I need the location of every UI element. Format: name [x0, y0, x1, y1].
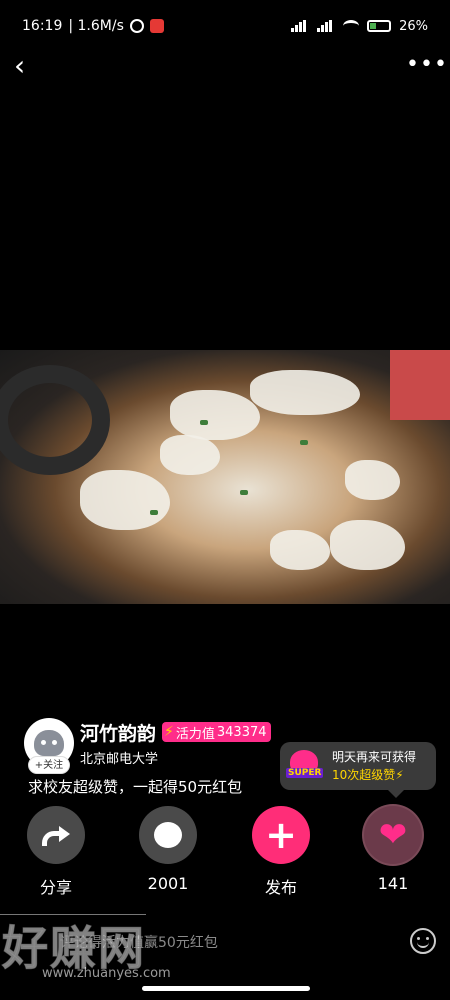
- action-bar: 分享 2001 + 发布 ❤ 141: [0, 806, 450, 902]
- wifi-icon: [343, 20, 360, 32]
- plus-icon: +: [265, 813, 297, 857]
- signal-icon-2: [317, 20, 335, 32]
- notification-app-icon: [149, 19, 164, 33]
- photo-fish-slice: [160, 435, 220, 475]
- author-university: 北京邮电大学: [80, 752, 159, 767]
- post-photo[interactable]: [0, 350, 450, 604]
- status-bar: 16:19 | 1.6M/s 26%: [0, 0, 450, 52]
- lightning-icon: ⚡: [395, 768, 404, 782]
- like-button[interactable]: ❤ 141: [353, 806, 433, 893]
- post-caption: 求校友超级赞，一起得50元红包: [28, 778, 243, 796]
- alarm-icon: [129, 19, 144, 33]
- watermark-url: www.zhuanyes.com: [42, 966, 171, 981]
- signal-icon: [291, 20, 309, 32]
- more-options-icon[interactable]: •••: [406, 54, 447, 76]
- author-name[interactable]: 河竹韵韵: [80, 719, 156, 746]
- battery-percent: 26%: [399, 18, 428, 34]
- network-speed: | 1.6M/s: [68, 18, 124, 34]
- photo-herb: [150, 510, 158, 515]
- author-block: +关注 河竹韵韵 ⚡ 活力值 343374 北京邮电大学: [24, 718, 271, 774]
- photo-herb: [240, 490, 248, 495]
- photo-fish-slice: [250, 370, 360, 415]
- divider: [0, 914, 146, 915]
- share-label: 分享: [39, 878, 72, 897]
- lightning-icon: ⚡: [164, 724, 174, 740]
- comment-bar: 评论得活力值赢50元红包: [0, 920, 450, 964]
- photo-herb: [300, 440, 308, 445]
- share-button[interactable]: 分享: [16, 806, 96, 898]
- photo-fish-slice: [170, 390, 260, 440]
- comment-count: 2001: [147, 874, 189, 893]
- vitality-label: 活力值: [175, 726, 215, 742]
- photo-background: [390, 350, 450, 420]
- home-indicator[interactable]: [142, 986, 310, 991]
- follow-button[interactable]: +关注: [28, 756, 70, 774]
- photo-fish-slice: [270, 530, 330, 570]
- comment-button[interactable]: 2001: [128, 806, 208, 893]
- super-heart-icon: SUPER: [286, 748, 324, 784]
- avatar-face-icon: [34, 730, 64, 756]
- tooltip-line-2: 10次超级赞: [332, 768, 396, 782]
- comment-input[interactable]: 评论得活力值赢50元红包: [60, 932, 218, 952]
- top-nav: ‹ •••: [0, 52, 450, 82]
- battery-icon: [367, 20, 392, 32]
- photo-fish-slice: [345, 460, 400, 500]
- vitality-value: 343374: [216, 724, 267, 740]
- share-icon: [42, 825, 70, 846]
- photo-fish-slice: [330, 520, 405, 570]
- emoji-icon[interactable]: [410, 928, 436, 954]
- super-like-tooltip: SUPER 明天再来可获得 10次超级赞⚡: [280, 742, 436, 798]
- status-time: 16:19: [22, 18, 63, 34]
- vitality-badge: ⚡ 活力值 343374: [162, 722, 271, 742]
- tooltip-line-1: 明天再来可获得: [332, 750, 417, 764]
- photo-herb: [200, 420, 208, 425]
- super-badge-label: SUPER: [286, 768, 324, 778]
- pot-handle: [0, 365, 110, 475]
- like-count: 141: [377, 874, 409, 893]
- photo-fish-slice: [80, 470, 170, 530]
- publish-label: 发布: [264, 878, 297, 897]
- comment-icon: [154, 822, 182, 848]
- publish-button[interactable]: + 发布: [241, 806, 321, 898]
- heart-icon: ❤: [378, 815, 408, 855]
- back-button[interactable]: ‹: [14, 52, 44, 82]
